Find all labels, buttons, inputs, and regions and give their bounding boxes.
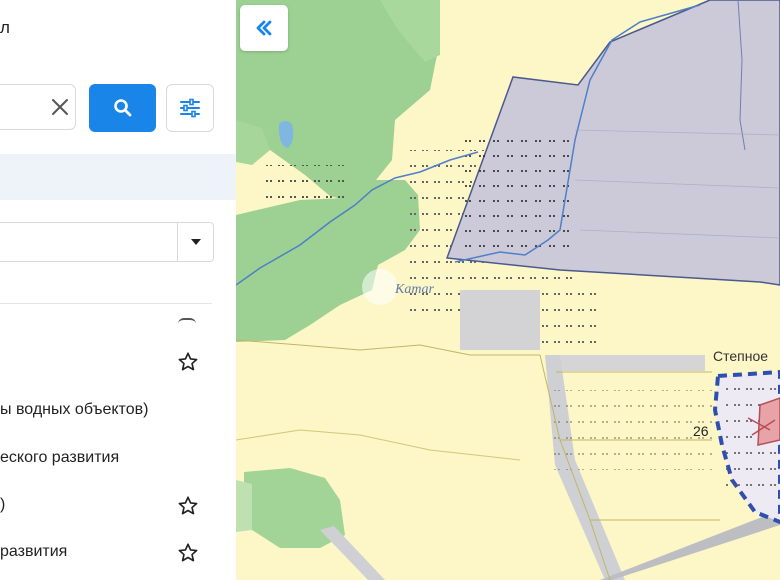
list-item-label: развития <box>0 543 68 560</box>
star-icon[interactable] <box>177 351 199 373</box>
building-block <box>757 397 780 446</box>
map-layers: Kamar Степное 26 <box>236 0 780 580</box>
list-item[interactable]: ы водных объектов) <box>0 394 212 428</box>
filter-sliders-icon <box>180 98 200 118</box>
collapse-panel-button[interactable] <box>240 5 288 51</box>
watermark-logo <box>362 269 398 305</box>
double-chevron-left-icon <box>256 20 272 36</box>
caret-down-icon <box>191 239 201 245</box>
search-button[interactable] <box>89 84 156 132</box>
field-hatch <box>265 165 350 205</box>
divider <box>0 303 212 304</box>
field-hatch <box>540 290 600 350</box>
filter-button[interactable] <box>166 84 214 132</box>
scroll-indicator[interactable] <box>178 318 196 324</box>
field-hatch <box>548 390 713 470</box>
list-item[interactable]: ) <box>0 489 212 523</box>
search-icon <box>113 99 131 117</box>
close-icon <box>52 99 68 115</box>
layer-select-toggle[interactable] <box>177 222 214 262</box>
forest-area <box>236 480 252 532</box>
list-item-label: ы водных объектов) <box>0 401 149 418</box>
list-item-label: еского развития <box>0 449 120 466</box>
star-icon[interactable] <box>177 542 199 564</box>
map-watermark: Kamar <box>394 282 434 297</box>
map-canvas[interactable]: Kamar Степное 26 <box>236 0 780 580</box>
list-item-label: ) <box>0 496 6 513</box>
parcel-number-label: 26 <box>693 423 709 439</box>
village-label: Степное <box>713 348 768 364</box>
star-icon[interactable] <box>177 495 199 517</box>
road-strip <box>550 355 705 371</box>
list-item[interactable] <box>0 345 212 379</box>
selected-row[interactable] <box>0 154 236 200</box>
clear-search-button[interactable] <box>47 93 73 121</box>
paved-area <box>460 290 540 350</box>
list-item[interactable]: развития <box>0 536 212 570</box>
field-hatch <box>465 140 575 260</box>
list-item[interactable]: еского развития <box>0 442 212 476</box>
side-panel: л ы водных объектов) еского развития) р… <box>0 0 237 580</box>
panel-title: л <box>0 18 10 37</box>
